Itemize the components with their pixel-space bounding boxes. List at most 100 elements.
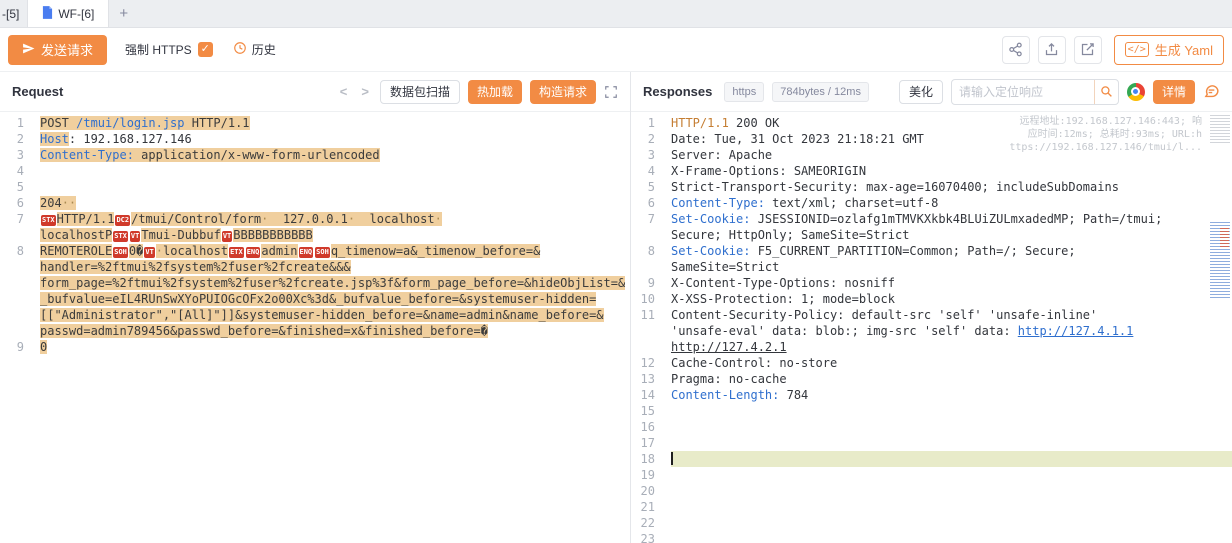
packet-scan-button[interactable]: 数据包扫描: [380, 80, 460, 104]
control-char-token: VT: [144, 247, 154, 258]
line-content[interactable]: X-Frame-Options: SAMEORIGIN: [671, 163, 1232, 179]
line-content[interactable]: Content-Security-Policy: default-src 'se…: [671, 307, 1232, 355]
code-token: 784: [779, 388, 808, 402]
line-number: 14: [631, 387, 671, 403]
code-line-17: 17: [631, 435, 1232, 451]
line-content[interactable]: Content-Length: 784: [671, 387, 1232, 403]
tab-label: WF-[6]: [58, 7, 94, 21]
generate-yaml-label: 生成 Yaml: [1155, 40, 1213, 59]
open-in-chrome-button[interactable]: [1127, 83, 1145, 101]
line-number: 12: [631, 355, 671, 371]
next-request-button[interactable]: >: [358, 84, 372, 99]
code-line-21: 21: [631, 499, 1232, 515]
beautify-button[interactable]: 美化: [899, 80, 943, 104]
line-content[interactable]: Server: Apache: [671, 147, 1232, 163]
line-content[interactable]: [671, 451, 1232, 467]
line-content[interactable]: Date: Tue, 31 Oct 2023 21:18:21 GMT: [671, 131, 1232, 147]
line-content[interactable]: Cache-Control: no-store: [671, 355, 1232, 371]
line-content[interactable]: [671, 483, 1232, 499]
control-char-token: STX: [113, 231, 128, 242]
line-content[interactable]: Set-Cookie: F5_CURRENT_PARTITION=Common;…: [671, 243, 1232, 275]
hot-reload-button[interactable]: 热加载: [468, 80, 522, 104]
fullscreen-button[interactable]: [604, 85, 618, 99]
code-token: http://127.4.1.1: [1018, 324, 1134, 338]
request-editor[interactable]: 1POST /tmui/login.jsp HTTP/1.12Host: 192…: [0, 112, 630, 543]
share-button[interactable]: [1002, 36, 1030, 64]
line-content[interactable]: STXHTTP/1.1DC2/tmui/Control/form· 127.0.…: [40, 211, 630, 243]
search-submit-button[interactable]: [1094, 80, 1118, 104]
line-content[interactable]: 0: [40, 339, 630, 355]
code-line-23: 23: [631, 531, 1232, 543]
comment-icon: [1203, 83, 1220, 100]
code-line-3: 3Server: Apache: [631, 147, 1232, 163]
control-char-token: ENQ: [299, 247, 314, 258]
line-number: 13: [631, 371, 671, 387]
tab-previous-partial[interactable]: -[5]: [0, 0, 28, 27]
code-token: 0�: [129, 244, 143, 258]
search-input[interactable]: [952, 85, 1094, 99]
search-icon: [1100, 85, 1113, 98]
line-number: 4: [631, 163, 671, 179]
line-content[interactable]: X-Content-Type-Options: nosniff: [671, 275, 1232, 291]
history-button[interactable]: 历史: [233, 41, 276, 58]
export-button[interactable]: [1038, 36, 1066, 64]
control-char-token: DC2: [115, 215, 130, 226]
code-token: POST: [40, 116, 76, 130]
response-editor[interactable]: 远程地址:192.168.127.146:443; 响 应时间:12ms; 总耗…: [631, 112, 1232, 543]
control-char-token: ETX: [229, 247, 244, 258]
response-panel: Responses https 784bytes / 12ms 美化 详情 远程…: [631, 72, 1232, 543]
line-content[interactable]: Set-Cookie: JSESSIONID=ozlafg1mTMVKXkbk4…: [671, 211, 1232, 243]
code-line-20: 20: [631, 483, 1232, 499]
line-content[interactable]: Content-Type: text/xml; charset=utf-8: [671, 195, 1232, 211]
code-line-5: 5: [0, 179, 630, 195]
line-number: 7: [631, 211, 671, 243]
send-request-button[interactable]: 发送请求: [8, 35, 107, 65]
prev-request-button[interactable]: <: [337, 84, 351, 99]
line-content[interactable]: 204··: [40, 195, 630, 211]
code-token: Host: [40, 132, 69, 146]
edit-button[interactable]: [1074, 36, 1102, 64]
edit-pencil-icon: [1080, 42, 1095, 57]
tab-bar: -[5] WF-[6] +: [0, 0, 1232, 28]
line-content[interactable]: Content-Type: application/x-www-form-url…: [40, 147, 630, 163]
line-content[interactable]: Host: 192.168.127.146: [40, 131, 630, 147]
line-content[interactable]: REMOTEROLESOH0�VT·localhostETXENQadminEN…: [40, 243, 630, 339]
line-content[interactable]: X-XSS-Protection: 1; mode=block: [671, 291, 1232, 307]
line-content[interactable]: [671, 515, 1232, 531]
line-content[interactable]: [671, 419, 1232, 435]
minimap[interactable]: [1208, 112, 1232, 543]
line-content[interactable]: [671, 531, 1232, 543]
line-content[interactable]: [671, 403, 1232, 419]
code-token: Set-Cookie:: [671, 244, 750, 258]
code-token: : 192.168.127.146: [69, 132, 192, 146]
add-tab-button[interactable]: +: [109, 0, 138, 27]
feedback-button[interactable]: [1203, 83, 1220, 100]
code-token: Content-Type:: [40, 148, 134, 162]
generate-yaml-button[interactable]: </> 生成 Yaml: [1114, 35, 1224, 65]
line-content[interactable]: [40, 179, 630, 195]
code-token: Cache-Control: no-store: [671, 356, 837, 370]
code-line-8: 8REMOTEROLESOH0�VT·localhostETXENQadminE…: [0, 243, 630, 339]
line-content[interactable]: [671, 499, 1232, 515]
tab-wf-6[interactable]: WF-[6]: [28, 0, 109, 27]
force-https-toggle[interactable]: 强制 HTTPS ✓: [125, 41, 213, 58]
code-token: BBBBBBBBBBB: [233, 228, 312, 242]
force-https-checkbox[interactable]: ✓: [198, 42, 213, 57]
line-number: 8: [631, 243, 671, 275]
line-content[interactable]: POST /tmui/login.jsp HTTP/1.1: [40, 115, 630, 131]
code-line-8: 8Set-Cookie: F5_CURRENT_PARTITION=Common…: [631, 243, 1232, 275]
line-content[interactable]: [40, 163, 630, 179]
line-content[interactable]: Pragma: no-cache: [671, 371, 1232, 387]
size-time-badge: 784bytes / 12ms: [772, 82, 869, 102]
code-line-4: 4X-Frame-Options: SAMEORIGIN: [631, 163, 1232, 179]
code-line-12: 12Cache-Control: no-store: [631, 355, 1232, 371]
line-content[interactable]: HTTP/1.1 200 OK: [671, 115, 1232, 131]
details-button[interactable]: 详情: [1153, 80, 1195, 104]
construct-request-button[interactable]: 构造请求: [530, 80, 596, 104]
code-line-6: 6204··: [0, 195, 630, 211]
line-number: 11: [631, 307, 671, 355]
line-content[interactable]: Strict-Transport-Security: max-age=16070…: [671, 179, 1232, 195]
force-https-label: 强制 HTTPS: [125, 41, 192, 58]
line-content[interactable]: [671, 467, 1232, 483]
line-content[interactable]: [671, 435, 1232, 451]
